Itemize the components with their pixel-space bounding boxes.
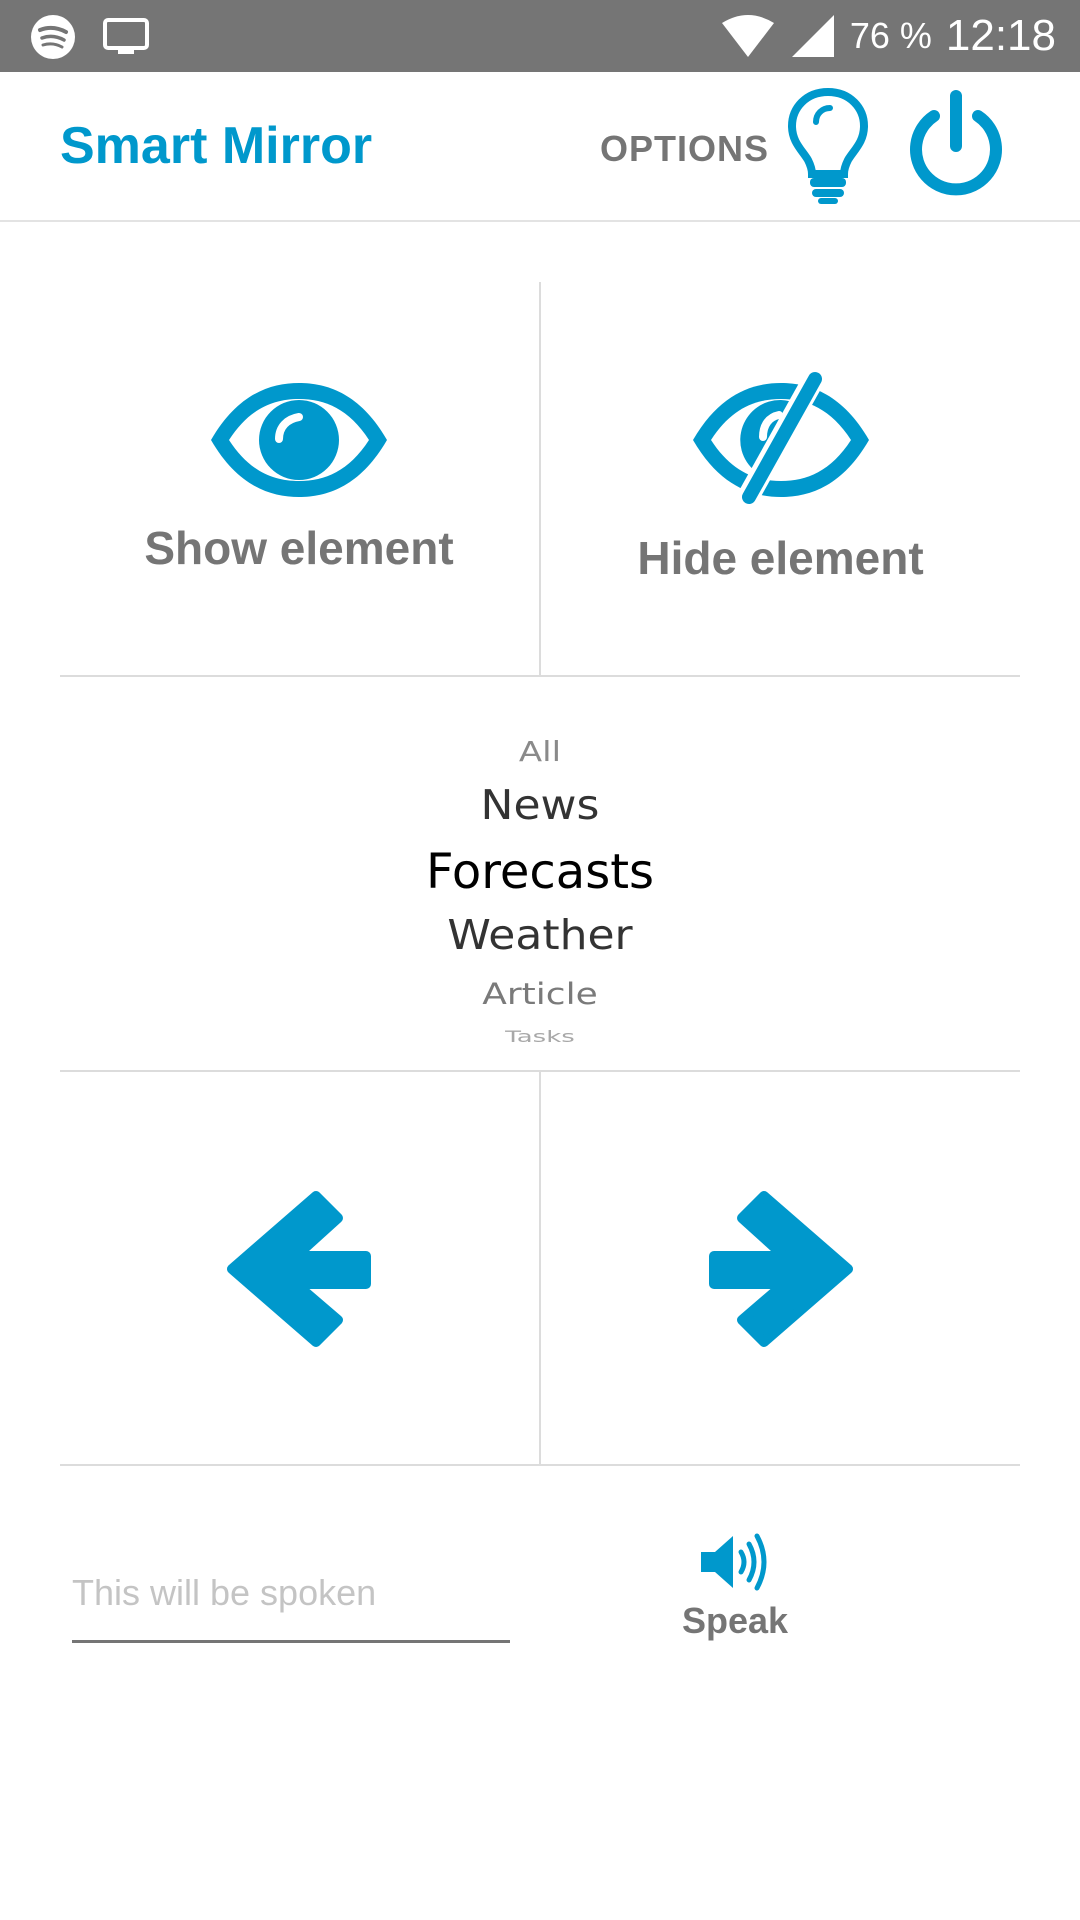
next-button[interactable] [541, 1072, 1020, 1464]
app-bar: Smart Mirror OPTIONS [0, 72, 1080, 222]
picker-item[interactable]: Tasks [60, 1028, 1020, 1047]
speak-button[interactable]: Speak [640, 1530, 830, 1660]
lightbulb-button[interactable] [786, 86, 870, 204]
speech-text-input[interactable] [72, 1558, 510, 1628]
picker-item-selected[interactable]: Forecasts [60, 844, 1020, 900]
lightbulb-icon [787, 87, 869, 204]
cell-signal-icon [791, 15, 834, 57]
picker-item[interactable]: News [60, 782, 1020, 829]
divider-horizontal-3 [60, 1464, 1020, 1466]
wifi-icon [721, 15, 774, 57]
clock: 12:18 [945, 11, 1056, 60]
status-bar: 76 % 12:18 [0, 0, 1080, 72]
app-title: Smart Mirror [60, 117, 373, 175]
cast-screen-icon [103, 18, 149, 54]
arrow-left-icon [227, 1191, 371, 1347]
element-picker[interactable]: All News Forecasts Weather Article Tasks [60, 678, 1020, 1070]
picker-item[interactable]: All [60, 736, 1020, 768]
eye-slash-icon [692, 371, 869, 505]
spotify-icon [31, 15, 75, 59]
speak-label: Speak [681, 1600, 789, 1641]
power-icon [910, 90, 1002, 196]
show-element-button[interactable]: Show element [60, 282, 538, 674]
picker-item[interactable]: Article [60, 978, 1020, 1012]
previous-button[interactable] [60, 1072, 538, 1464]
speaker-icon [701, 1533, 767, 1591]
speech-text-field-container [72, 1558, 510, 1643]
picker-item[interactable]: Weather [60, 912, 1020, 959]
battery-percent: 76 % [849, 15, 932, 56]
power-button[interactable] [906, 90, 1006, 198]
divider-horizontal-1 [60, 675, 1020, 677]
options-button[interactable]: OPTIONS [600, 128, 769, 170]
arrow-right-icon [708, 1191, 853, 1347]
hide-element-button[interactable]: Hide element [541, 282, 1020, 674]
show-element-label: Show element [144, 522, 454, 574]
hide-element-label: Hide element [637, 532, 924, 584]
eye-icon [211, 383, 387, 497]
